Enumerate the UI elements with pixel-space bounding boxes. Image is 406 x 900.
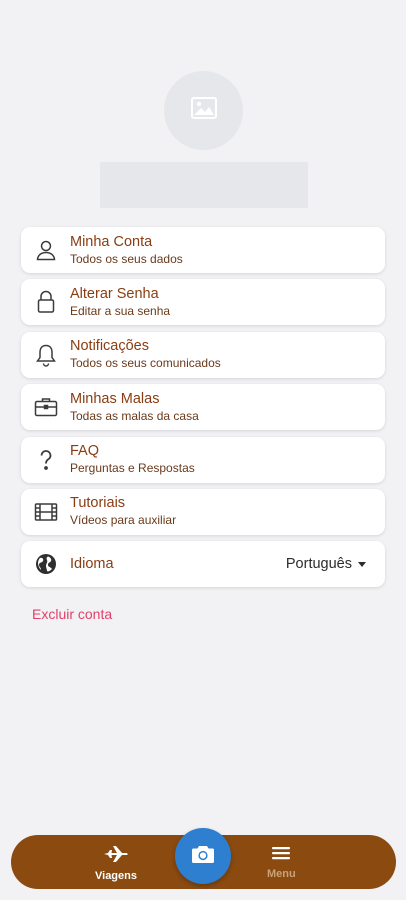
camera-icon [191,844,215,869]
user-name-placeholder [100,162,308,208]
menu-item-subtitle: Todas as malas da casa [70,408,199,423]
menu-item-my-account[interactable]: Minha Conta Todos os seus dados [21,227,385,273]
nav-trips[interactable]: Viagens [95,845,137,882]
menu-item-subtitle: Vídeos para auxiliar [70,513,177,528]
menu-item-title: Tutoriais [70,495,126,512]
question-icon [21,449,70,471]
suitcase-icon [21,396,70,418]
language-value: Português [285,556,352,573]
settings-menu: Minha Conta Todos os seus dados Alterar … [21,227,385,588]
menu-item-faq[interactable]: FAQ Perguntas e Respostas [21,436,385,483]
bell-icon [21,343,70,367]
nav-trips-label: Viagens [95,870,137,882]
globe-icon [21,553,70,575]
menu-item-title: Minhas Malas [70,390,160,407]
menu-item-title: Minha Conta [70,233,153,250]
menu-item-tutorials[interactable]: Tutoriais Vídeos para auxiliar [21,488,385,535]
user-icon [21,239,70,261]
caret-down-icon [358,561,366,567]
menu-item-title: Alterar Senha [70,285,159,302]
image-placeholder-icon [190,97,217,124]
menu-item-language[interactable]: Idioma Português [21,541,385,588]
delete-account-link[interactable]: Excluir conta [32,606,112,622]
menu-item-subtitle: Todos os seus dados [70,251,183,266]
hamburger-menu-icon [272,845,291,864]
nav-menu-label: Menu [267,868,296,880]
menu-item-subtitle: Editar a sua senha [70,303,171,318]
lock-icon [21,290,70,314]
avatar[interactable] [164,71,243,150]
menu-item-my-suitcases[interactable]: Minhas Malas Todas as malas da casa [21,384,385,431]
menu-item-change-password[interactable]: Alterar Senha Editar a sua senha [21,279,385,326]
language-label: Idioma [70,556,114,573]
menu-item-subtitle: Perguntas e Respostas [70,461,195,476]
film-icon [21,502,70,522]
camera-button[interactable] [175,828,231,884]
airplane-icon [103,845,129,866]
menu-item-title: Notificações [70,338,149,355]
menu-item-subtitle: Todos os seus comunicados [70,356,221,371]
nav-menu[interactable]: Menu [267,845,296,880]
menu-item-notifications[interactable]: Notificações Todos os seus comunicados [21,331,385,378]
menu-item-title: FAQ [70,443,100,460]
language-select[interactable]: Português [286,541,366,587]
